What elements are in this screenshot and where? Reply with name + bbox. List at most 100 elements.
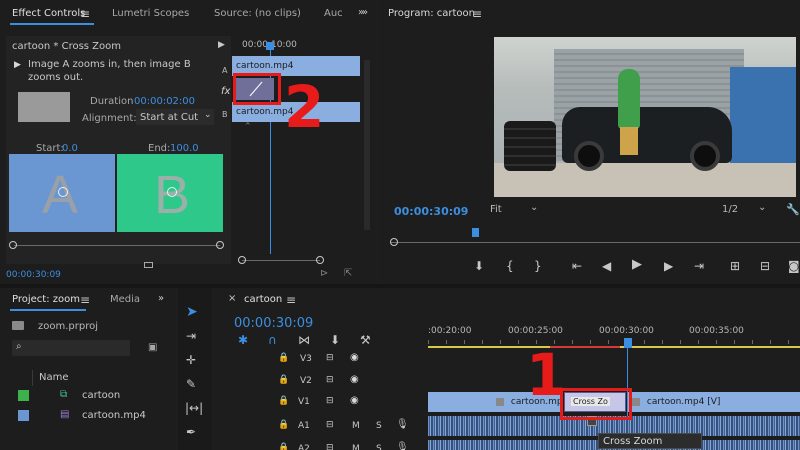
sync-lock-icon[interactable]: ⊟ xyxy=(326,420,334,430)
lock-icon[interactable]: 🔒 xyxy=(278,420,289,430)
slider-handle-left[interactable] xyxy=(9,241,17,249)
mini-scroll-handle-left[interactable] xyxy=(238,256,246,264)
timeline-playhead-marker[interactable] xyxy=(624,338,632,348)
program-title[interactable]: Program: cartoon xyxy=(388,8,475,19)
center-point-b[interactable] xyxy=(167,187,177,197)
panel-menu-icon[interactable]: ≡ xyxy=(80,8,90,20)
track-a1-header: 🔒 A1 ⊟ M S 🎙 xyxy=(276,416,428,438)
center-point-a[interactable] xyxy=(58,187,68,197)
program-scrub-bar[interactable] xyxy=(390,242,800,243)
fit-dropdown[interactable]: Fit ⌄ xyxy=(486,202,542,217)
tab-effect-controls[interactable]: Effect Controls xyxy=(12,8,85,19)
mute-button[interactable]: M xyxy=(352,421,360,431)
sync-lock-icon[interactable]: ⊟ xyxy=(326,396,334,406)
wrench-icon[interactable]: 🔧 xyxy=(786,203,800,216)
effect-header: cartoon * Cross Zoom xyxy=(12,41,122,52)
wrench-icon[interactable]: ⚒ xyxy=(360,334,371,346)
razor-tool-icon[interactable]: ✎ xyxy=(186,378,196,390)
resolution-dropdown[interactable]: 1/2 ⌄ xyxy=(718,202,774,217)
tab-project[interactable]: Project: zoom xyxy=(12,294,80,305)
project-item-name: cartoon xyxy=(82,390,121,401)
tab-source[interactable]: Source: (no clips) xyxy=(214,8,301,19)
name-column-header[interactable]: Name xyxy=(32,370,160,386)
close-icon[interactable]: × xyxy=(228,293,236,305)
duration-value[interactable]: 00:00:02:00 xyxy=(134,96,195,107)
vertical-scrollbar[interactable] xyxy=(364,60,370,230)
step-back-icon[interactable]: ◀ xyxy=(602,260,611,272)
linked-selection-icon[interactable]: ⋈ xyxy=(298,334,310,346)
effect-controls-timecode[interactable]: 00:00:30:09 xyxy=(6,270,61,280)
panel-menu-icon[interactable]: ≡ xyxy=(286,294,296,306)
eye-icon[interactable]: ◉ xyxy=(350,352,359,363)
start-value[interactable]: 0.0 xyxy=(62,143,78,154)
tab-sequence[interactable]: cartoon xyxy=(244,294,282,305)
mute-button[interactable]: M xyxy=(352,444,360,450)
fx-badge xyxy=(632,397,640,406)
sync-lock-icon[interactable]: ⊟ xyxy=(326,375,334,385)
program-timecode[interactable]: 00:00:30:09 xyxy=(394,205,468,218)
microphone-icon[interactable]: 🎙 xyxy=(396,419,409,430)
tab-media[interactable]: Media xyxy=(110,294,140,305)
export-icon[interactable]: ⇱ xyxy=(344,268,352,279)
add-marker-icon[interactable]: ⬇ xyxy=(330,334,340,346)
more-panels-icon[interactable]: » xyxy=(158,293,164,305)
tab-audio[interactable]: Auc xyxy=(324,8,343,19)
end-value[interactable]: 100.0 xyxy=(170,143,199,154)
clip-v1-right[interactable]: cartoon.mp4 [V] xyxy=(628,392,800,412)
microphone-icon[interactable]: 🎙 xyxy=(396,442,409,450)
lock-icon[interactable]: 🔒 xyxy=(278,375,289,385)
sync-lock-icon[interactable]: ⊟ xyxy=(326,443,334,450)
panel-menu-icon[interactable]: ≡ xyxy=(80,294,90,306)
video-frame xyxy=(494,37,796,197)
pen-tool-icon[interactable]: ✒ xyxy=(186,426,196,438)
go-to-out-icon[interactable]: ⇥ xyxy=(694,260,704,272)
camera-icon[interactable]: ◙ xyxy=(788,260,800,272)
reverse-checkbox[interactable] xyxy=(144,262,153,268)
clip-v1-right-label: cartoon.mp4 [V] xyxy=(646,397,721,407)
preview-slider-track[interactable] xyxy=(14,245,220,246)
chevron-right-icon[interactable]: ▶ xyxy=(218,40,225,50)
sync-lock-icon[interactable]: ⊟ xyxy=(326,353,334,363)
track-select-tool-icon[interactable]: ⇥ xyxy=(186,330,196,342)
search-input[interactable]: ⌕ xyxy=(12,340,130,356)
eye-icon[interactable]: ◉ xyxy=(350,395,359,406)
list-item[interactable]: ▤ cartoon.mp4 xyxy=(12,406,160,426)
go-to-in-icon[interactable]: ⇤ xyxy=(572,260,582,272)
effect-controls-panel: Effect Controls ≡ Lumetri Scopes Source:… xyxy=(0,0,376,284)
list-item[interactable]: ⧉ cartoon xyxy=(12,386,160,406)
step-forward-icon[interactable]: ▶ xyxy=(664,260,673,272)
timeline-timecode[interactable]: 00:00:30:09 xyxy=(234,316,313,331)
lock-icon[interactable]: 🔒 xyxy=(278,353,289,363)
slip-tool-icon[interactable]: |↔| xyxy=(185,402,203,414)
timeline-ruler[interactable]: :00:20:00 00:00:25:00 00:00:30:00 00:00:… xyxy=(428,324,800,348)
mini-scrollbar[interactable] xyxy=(242,260,320,261)
scrub-handle-left[interactable] xyxy=(390,238,398,246)
mini-scroll-handle-right[interactable] xyxy=(316,256,324,264)
alignment-dropdown[interactable]: Start at Cut ⌄ xyxy=(136,109,214,125)
tab-lumetri-scopes[interactable]: Lumetri Scopes xyxy=(112,8,189,19)
nest-icon[interactable]: ✱ xyxy=(238,334,248,346)
add-marker-icon[interactable]: ⬇ xyxy=(474,260,484,272)
lock-icon[interactable]: 🔒 xyxy=(278,396,289,406)
mark-out-icon[interactable]: } xyxy=(534,260,542,272)
eye-icon[interactable]: ◉ xyxy=(350,374,359,385)
play-preview-icon[interactable]: ▶ xyxy=(14,60,21,70)
play-audio-icon[interactable]: ⊳ xyxy=(320,268,328,279)
snap-magnet-icon[interactable]: ∩ xyxy=(268,334,277,346)
new-bin-icon[interactable]: ▣ xyxy=(148,342,157,353)
panel-menu-icon[interactable]: ≡ xyxy=(472,8,482,20)
extract-icon[interactable]: ⊟ xyxy=(760,260,770,272)
play-icon[interactable]: ▶ xyxy=(632,258,642,271)
solo-button[interactable]: S xyxy=(376,444,382,450)
mark-in-icon[interactable]: { xyxy=(506,260,514,272)
solo-button[interactable]: S xyxy=(376,421,382,431)
expand-panels-icon[interactable]: » xyxy=(362,7,368,19)
lock-icon[interactable]: 🔒 xyxy=(278,443,289,450)
program-playhead[interactable] xyxy=(472,228,479,237)
mini-playhead-marker[interactable] xyxy=(266,42,274,50)
slider-handle-right[interactable] xyxy=(216,241,224,249)
selection-tool-icon[interactable]: ➤ xyxy=(186,305,198,319)
project-file-name: zoom.prproj xyxy=(38,321,98,332)
ripple-edit-tool-icon[interactable]: ✛ xyxy=(186,354,196,366)
lift-icon[interactable]: ⊞ xyxy=(730,260,740,272)
